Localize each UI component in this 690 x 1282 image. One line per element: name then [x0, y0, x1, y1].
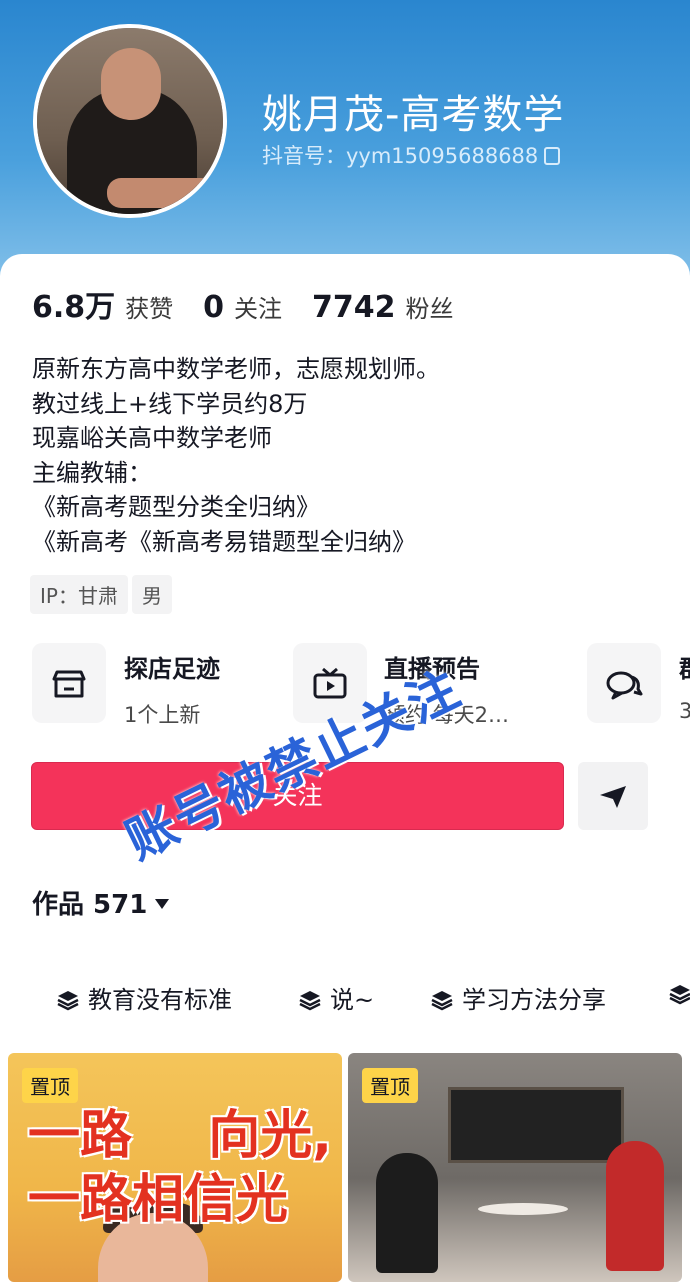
collection-item[interactable]	[668, 980, 690, 1008]
profile-tags: IP：甘肃 男	[30, 575, 176, 614]
stat-following-value: 0	[203, 290, 225, 325]
share-button[interactable]	[578, 762, 648, 830]
feature-title: 探店足迹	[124, 655, 220, 683]
chat-icon	[587, 643, 661, 723]
feature-group-chat[interactable]: 群 3	[587, 643, 690, 723]
bio-line: 现嘉峪关高中数学老师	[32, 424, 272, 452]
feature-title: 群	[679, 649, 690, 684]
layers-icon	[431, 991, 453, 1011]
works-tab[interactable]: 作品 571	[32, 884, 170, 921]
stat-followers-value: 7742	[312, 290, 396, 325]
dropdown-arrow-icon	[155, 899, 170, 909]
thumbnail-person	[376, 1153, 438, 1273]
video-thumbnail[interactable]: 置顶	[348, 1053, 682, 1282]
send-icon	[600, 786, 626, 808]
bio-line: 教过线上+线下学员约8万	[32, 389, 308, 418]
thumbnail-screen	[448, 1087, 624, 1163]
pinned-badge: 置顶	[362, 1068, 418, 1103]
bio: 原新东方高中数学老师，志愿规划师。 教过线上+线下学员约8万 现嘉峪关高中数学老…	[32, 352, 440, 559]
collection-label: 学习方法分享	[462, 986, 606, 1014]
collection-label: 说~	[330, 986, 375, 1014]
bio-line: 《新高考《新高考易错题型全归纳》	[32, 527, 416, 556]
works-label: 作品 571	[32, 890, 148, 920]
thumbnail-person	[606, 1141, 664, 1271]
collection-label: 教育没有标准	[88, 986, 232, 1014]
collection-item[interactable]: 说~	[298, 980, 374, 1015]
copy-icon[interactable]	[544, 147, 561, 165]
stat-following[interactable]: 0 关注	[203, 289, 282, 325]
stat-likes-value: 6.8万	[32, 290, 116, 325]
stat-likes[interactable]: 6.8万 获赞	[32, 282, 173, 326]
collection-item[interactable]: 教育没有标准	[56, 980, 232, 1015]
stat-followers[interactable]: 7742 粉丝	[312, 289, 454, 325]
feature-store-visits[interactable]: 探店足迹 1个上新	[32, 643, 272, 727]
collection-item[interactable]: 学习方法分享	[430, 980, 606, 1015]
profile-header: 姚月茂-高考数学 抖音号：yym15095688688	[0, 0, 690, 290]
thumbnail-subtitle: 一路相信光	[28, 1170, 289, 1230]
avatar-face	[101, 48, 161, 120]
douyin-id-text: 抖音号：yym15095688688	[262, 144, 539, 168]
douyin-id[interactable]: 抖音号：yym15095688688	[262, 140, 561, 170]
avatar-arm	[107, 178, 217, 208]
pinned-badge: 置顶	[22, 1068, 78, 1103]
layers-icon	[669, 985, 690, 1005]
collections-row: 教育没有标准 说~ 学习方法分享	[0, 980, 690, 1020]
stat-followers-label: 粉丝	[405, 295, 454, 323]
avatar[interactable]	[33, 24, 227, 218]
bio-line: 主编教辅：	[32, 458, 152, 487]
stat-likes-label: 获赞	[125, 295, 174, 323]
thumbnail-table	[478, 1203, 568, 1215]
layers-icon	[57, 991, 79, 1011]
feature-sub: 1个上新	[124, 703, 201, 727]
bio-line: 《新高考题型分类全归纳》	[32, 493, 320, 521]
ip-tag: IP：甘肃	[30, 575, 128, 614]
bio-line: 原新东方高中数学老师，志愿规划师。	[32, 355, 440, 383]
layers-icon	[299, 991, 321, 1011]
store-icon	[32, 643, 106, 723]
stats-row: 6.8万 获赞 0 关注 7742 粉丝	[32, 282, 484, 326]
feature-sub: 3	[679, 699, 690, 723]
video-thumbnail[interactable]: 一路 向光, 一路相信光 置顶	[8, 1053, 342, 1282]
gender-tag: 男	[131, 575, 172, 614]
profile-name: 姚月茂-高考数学	[262, 92, 565, 138]
stat-following-label: 关注	[234, 295, 283, 323]
